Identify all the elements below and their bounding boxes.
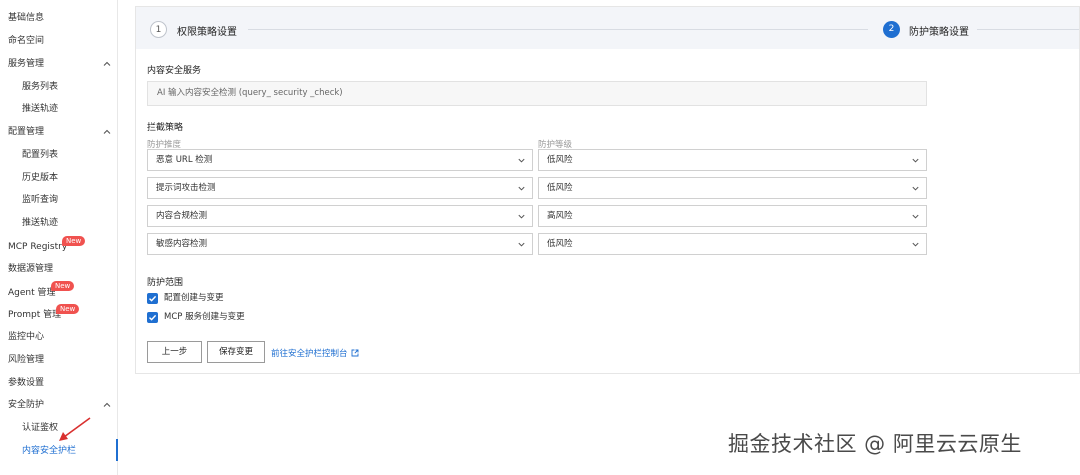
sidebar-item-config-management[interactable]: 配置管理	[8, 125, 44, 139]
checkbox-checked-icon[interactable]	[147, 293, 158, 304]
dimension-select-value: 内容合规检测	[156, 211, 208, 221]
chevron-up-icon[interactable]	[102, 400, 112, 410]
step2-number: 2	[883, 21, 900, 38]
protection-scope-title: 防护范围	[147, 278, 184, 288]
sidebar-item-config-list[interactable]: 配置列表	[22, 148, 58, 162]
level-select[interactable]: 低风险	[538, 177, 927, 199]
watermark: 掘金技术社区 @ 阿里云云原生	[728, 432, 1022, 456]
level-select-value: 低风险	[547, 183, 573, 193]
chevron-down-icon	[517, 184, 526, 193]
step-connector	[248, 29, 868, 30]
active-indicator	[116, 439, 118, 461]
sidebar-item-monitoring-center[interactable]: 监控中心	[8, 330, 44, 344]
dimension-select[interactable]: 敏感内容检测	[147, 233, 533, 255]
sidebar-item-service-push-trace[interactable]: 推送轨迹	[22, 102, 58, 116]
chevron-up-icon[interactable]	[102, 59, 112, 69]
sidebar-item-config-push-trace[interactable]: 推送轨迹	[22, 216, 58, 230]
level-select-value: 低风险	[547, 239, 573, 249]
new-badge: New	[56, 304, 80, 314]
dimension-select-value: 提示词攻击检测	[156, 183, 216, 193]
chevron-down-icon	[911, 156, 920, 165]
step-connector	[977, 29, 1079, 30]
sidebar-item-service-management[interactable]: 服务管理	[8, 57, 44, 71]
previous-step-button[interactable]: 上一步	[147, 341, 202, 363]
level-select-value: 低风险	[547, 155, 573, 165]
dimension-select[interactable]: 内容合规检测	[147, 205, 533, 227]
chevron-down-icon	[517, 156, 526, 165]
level-select[interactable]: 低风险	[538, 233, 927, 255]
steps-bar: 1 权限策略设置 2 防护策略设置	[136, 7, 1079, 49]
new-badge: New	[62, 236, 86, 246]
dimension-select[interactable]: 恶意 URL 检测	[147, 149, 533, 171]
sidebar-item-content-guardrail[interactable]: 内容安全护栏	[22, 444, 76, 458]
content-service-field: AI 输入内容安全检测 (query_ security _check)	[147, 81, 927, 106]
save-changes-button[interactable]: 保存变更	[207, 341, 265, 363]
guardrail-console-link[interactable]: 前往安全护栏控制台	[271, 347, 359, 359]
content-service-title: 内容安全服务	[147, 66, 202, 76]
chevron-down-icon	[911, 184, 920, 193]
step2-label: 防护策略设置	[909, 27, 969, 38]
intercept-policy-title: 拦截策略	[147, 123, 184, 133]
scope-option-label: MCP 服务创建与变更	[164, 312, 245, 322]
sidebar-item-mcp-registry[interactable]: MCP Registry	[8, 240, 67, 254]
sidebar-item-datasource-management[interactable]: 数据源管理	[8, 262, 53, 276]
sidebar-item-parameter-settings[interactable]: 参数设置	[8, 376, 44, 390]
level-select[interactable]: 高风险	[538, 205, 927, 227]
step1-number: 1	[150, 21, 167, 38]
sidebar-item-agent-management[interactable]: Agent 管理	[8, 286, 56, 300]
level-select-value: 高风险	[547, 211, 573, 221]
sidebar-item-service-list[interactable]: 服务列表	[22, 80, 58, 94]
chevron-down-icon	[517, 212, 526, 221]
chevron-up-icon[interactable]	[102, 127, 112, 137]
sidebar-item-basic-info[interactable]: 基础信息	[8, 11, 44, 25]
dimension-select-value: 恶意 URL 检测	[156, 155, 213, 165]
guardrail-console-link-label: 前往安全护栏控制台	[271, 349, 348, 359]
guardrail-form-panel: 1 权限策略设置 2 防护策略设置 内容安全服务 AI 输入内容安全检测 (qu…	[135, 6, 1080, 374]
dimension-select[interactable]: 提示词攻击检测	[147, 177, 533, 199]
sidebar-item-listener-query[interactable]: 监听查询	[22, 193, 58, 207]
chevron-down-icon	[517, 240, 526, 249]
red-arrow-annotation-icon	[59, 417, 91, 441]
sidebar-item-prompt-management[interactable]: Prompt 管理	[8, 308, 61, 322]
chevron-down-icon	[911, 240, 920, 249]
chevron-down-icon	[911, 212, 920, 221]
sidebar: 基础信息 命名空间 服务管理 服务列表 推送轨迹 配置管理 配置列表 历史版本 …	[0, 0, 118, 475]
checkbox-checked-icon[interactable]	[147, 312, 158, 323]
step1-label: 权限策略设置	[177, 27, 237, 38]
scope-option-label: 配置创建与变更	[164, 293, 224, 303]
dimension-select-value: 敏感内容检测	[156, 239, 208, 249]
sidebar-item-namespace[interactable]: 命名空间	[8, 34, 44, 48]
sidebar-item-history-version[interactable]: 历史版本	[22, 171, 58, 185]
new-badge: New	[51, 281, 75, 291]
external-link-icon	[351, 349, 359, 357]
sidebar-item-security-protection[interactable]: 安全防护	[8, 398, 44, 412]
sidebar-item-risk-management[interactable]: 风险管理	[8, 353, 44, 367]
level-select[interactable]: 低风险	[538, 149, 927, 171]
